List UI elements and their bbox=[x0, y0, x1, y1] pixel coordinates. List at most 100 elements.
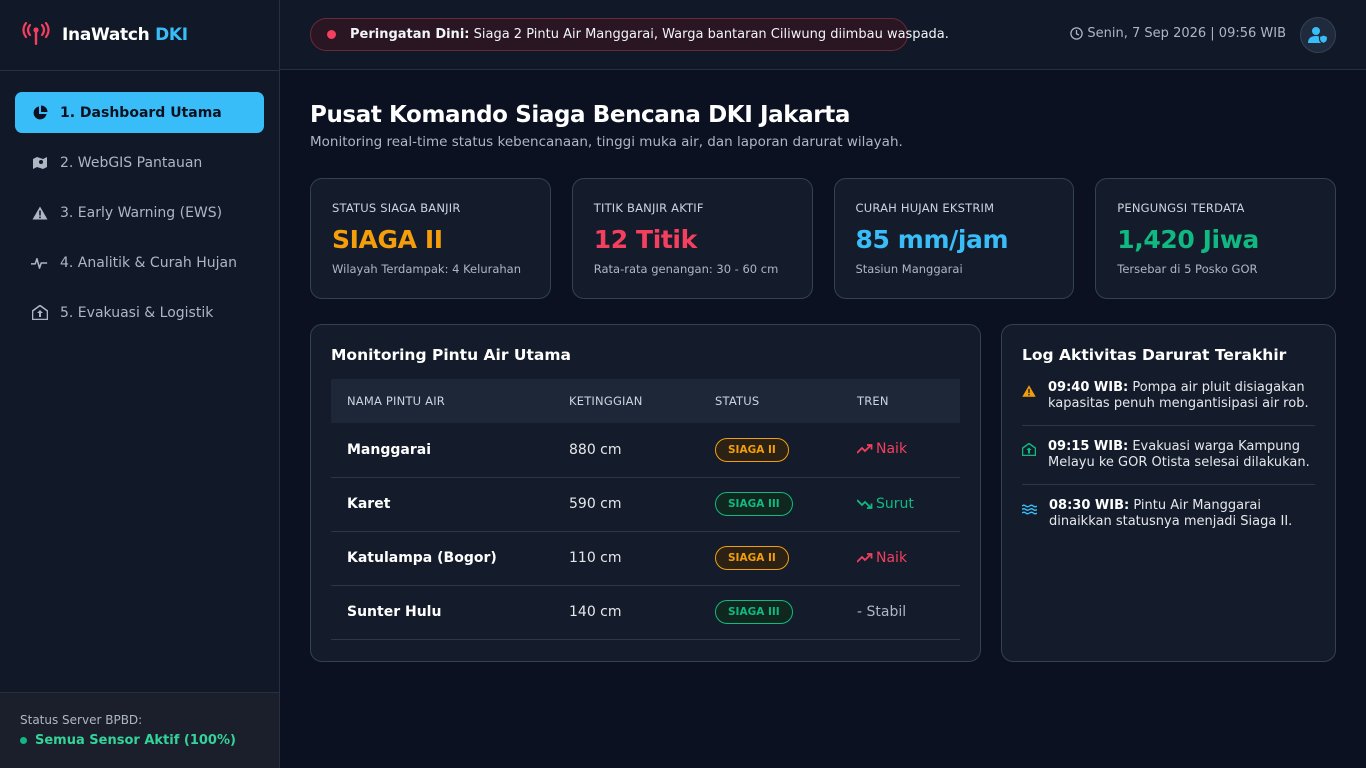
warning-icon bbox=[1022, 382, 1036, 412]
alert-message: Siaga 2 Pintu Air Manggarai, Warga banta… bbox=[473, 27, 949, 42]
gate-status-cell: SIAGA II bbox=[699, 531, 841, 585]
log-item[interactable]: 09:15 WIB: Evakuasi warga Kampung Melayu… bbox=[1021, 439, 1315, 485]
antenna-icon bbox=[22, 22, 50, 45]
clock-icon bbox=[1070, 27, 1084, 40]
log-text: 09:15 WIB: Evakuasi warga Kampung Melayu… bbox=[1048, 439, 1315, 471]
table-row[interactable]: Manggarai 880 cm SIAGA II Naik bbox=[331, 423, 960, 477]
log-text: 08:30 WIB: Pintu Air Manggarai dinaikkan… bbox=[1049, 498, 1315, 530]
server-status-panel: Status Server BPBD: Semua Sensor Aktif (… bbox=[0, 692, 279, 768]
alert-dot-icon bbox=[327, 30, 336, 39]
trend-down-icon bbox=[857, 498, 873, 509]
trend-label: Surut bbox=[876, 495, 914, 512]
sidebar: InaWatch DKI 1. Dashboard Utama 2. WebGI… bbox=[0, 0, 280, 768]
trend-label: Naik bbox=[876, 441, 908, 458]
server-status-label: Status Server BPBD: bbox=[20, 713, 143, 727]
table-row[interactable]: Sunter Hulu 140 cm SIAGA III - Stabil bbox=[331, 585, 960, 639]
stat-card-rainfall: CURAH HUJAN EKSTRIM 85 mm/jam Stasiun Ma… bbox=[833, 178, 1075, 299]
stat-desc: Stasiun Manggarai bbox=[855, 262, 963, 276]
gate-trend-cell: Surut bbox=[841, 477, 960, 531]
status-badge: SIAGA II bbox=[715, 546, 789, 570]
shelter-icon bbox=[1021, 441, 1037, 471]
nav-item-ews[interactable]: 3. Early Warning (EWS) bbox=[15, 192, 264, 233]
emergency-log-panel: Log Aktivitas Darurat Terakhir 09:40 WIB… bbox=[1001, 324, 1336, 662]
gate-status-cell: SIAGA III bbox=[699, 477, 841, 531]
log-item[interactable]: 09:40 WIB: Pompa air pluit disiagakan ka… bbox=[1022, 380, 1315, 426]
column-header: NAMA PINTU AIR bbox=[347, 394, 445, 408]
status-badge: SIAGA III bbox=[715, 600, 793, 624]
pulse-icon bbox=[31, 254, 48, 271]
stat-value: SIAGA II bbox=[332, 225, 443, 254]
nav-item-evacuation[interactable]: 5. Evakuasi & Logistik bbox=[15, 292, 264, 333]
map-icon bbox=[31, 154, 48, 171]
trend-label: - Stabil bbox=[857, 604, 907, 620]
brand-name-text: InaWatch bbox=[62, 25, 150, 45]
stat-value: 85 mm/jam bbox=[855, 225, 1009, 254]
nav-item-analytics[interactable]: 4. Analitik & Curah Hujan bbox=[15, 242, 264, 283]
server-status: Semua Sensor Aktif (100%) bbox=[20, 733, 279, 748]
trend-indicator: Naik bbox=[857, 441, 907, 457]
brand-accent-text: DKI bbox=[155, 25, 188, 45]
brand-name: InaWatch DKI bbox=[62, 25, 188, 45]
main-content: Pusat Komando Siaga Bencana DKI Jakarta … bbox=[310, 70, 1336, 662]
log-list: 09:40 WIB: Pompa air pluit disiagakan ka… bbox=[1021, 380, 1315, 543]
trend-up-icon bbox=[857, 444, 873, 454]
stat-label: STATUS SIAGA BANJIR bbox=[332, 201, 461, 215]
gate-level: 140 cm bbox=[569, 604, 622, 620]
nav-item-dashboard[interactable]: 1. Dashboard Utama bbox=[15, 92, 264, 133]
datetime: Senin, 7 Sep 2026 | 09:56 WIB bbox=[1070, 26, 1286, 41]
log-time: 09:15 WIB: bbox=[1048, 439, 1129, 454]
gate-trend-cell: Naik bbox=[841, 531, 960, 585]
gate-name: Karet bbox=[347, 496, 391, 512]
stat-desc: Wilayah Terdampak: 4 Kelurahan bbox=[332, 262, 522, 276]
gate-level: 590 cm bbox=[569, 496, 622, 512]
stat-card-flood-status: STATUS SIAGA BANJIR SIAGA II Wilayah Ter… bbox=[310, 178, 551, 299]
gate-trend-cell: Naik bbox=[841, 423, 960, 477]
panel-title: Monitoring Pintu Air Utama bbox=[331, 346, 571, 364]
page-subtitle: Monitoring real-time status kebencanaan,… bbox=[310, 134, 903, 150]
gate-name: Sunter Hulu bbox=[347, 604, 442, 620]
early-warning-banner[interactable]: Peringatan Dini: Siaga 2 Pintu Air Mangg… bbox=[310, 18, 949, 51]
pie-chart-icon bbox=[31, 104, 48, 121]
table-row[interactable]: Karet 590 cm SIAGA III Surut bbox=[331, 477, 960, 531]
trend-label: Naik bbox=[876, 549, 908, 566]
gate-name: Manggarai bbox=[347, 441, 431, 458]
trend-up-icon bbox=[857, 552, 873, 563]
nav-item-label: 2. WebGIS Pantauan bbox=[60, 154, 203, 171]
water-gate-panel: Monitoring Pintu Air Utama NAMA PINTU AI… bbox=[310, 324, 981, 662]
nav-item-webgis[interactable]: 2. WebGIS Pantauan bbox=[15, 142, 264, 183]
trend-indicator: - Stabil bbox=[857, 604, 906, 620]
stat-card-active-flood-points: TITIK BANJIR AKTIF 12 Titik Rata-rata ge… bbox=[571, 178, 813, 299]
table-row[interactable]: Katulampa (Bogor) 110 cm SIAGA II Naik bbox=[331, 531, 960, 585]
warning-icon bbox=[31, 204, 48, 221]
user-shield-icon[interactable] bbox=[1300, 17, 1336, 53]
main-nav: 1. Dashboard Utama 2. WebGIS Pantauan 3.… bbox=[0, 71, 279, 333]
nav-item-label: 4. Analitik & Curah Hujan bbox=[60, 254, 237, 271]
stat-label: TITIK BANJIR AKTIF bbox=[593, 201, 704, 215]
gate-status-cell: SIAGA III bbox=[699, 585, 841, 639]
server-status-text: Semua Sensor Aktif (100%) bbox=[35, 733, 236, 748]
stat-desc: Tersebar di 5 Posko GOR bbox=[1117, 262, 1258, 276]
gate-trend-cell: - Stabil bbox=[841, 585, 960, 639]
nav-item-label: 1. Dashboard Utama bbox=[60, 104, 222, 121]
nav-item-label: 3. Early Warning (EWS) bbox=[60, 204, 223, 221]
stat-label: CURAH HUJAN EKSTRIM bbox=[855, 201, 995, 215]
stat-cards: STATUS SIAGA BANJIR SIAGA II Wilayah Ter… bbox=[310, 178, 1336, 299]
gate-level: 110 cm bbox=[569, 550, 622, 566]
shelter-icon bbox=[31, 304, 48, 321]
stat-desc: Rata-rata genangan: 30 - 60 cm bbox=[593, 262, 779, 276]
log-item[interactable]: 08:30 WIB: Pintu Air Manggarai dinaikkan… bbox=[1021, 498, 1315, 543]
alert-label: Peringatan Dini: bbox=[350, 27, 470, 42]
log-time: 08:30 WIB: bbox=[1049, 498, 1130, 513]
table-header-row: NAMA PINTU AIR KETINGGIAN STATUS TREN bbox=[331, 379, 960, 423]
stat-value: 1,420 Jiwa bbox=[1117, 225, 1259, 254]
column-header: TREN bbox=[857, 394, 889, 408]
topbar: Peringatan Dini: Siaga 2 Pintu Air Mangg… bbox=[280, 0, 1366, 70]
stat-value: 12 Titik bbox=[593, 225, 697, 254]
water-gate-table: NAMA PINTU AIR KETINGGIAN STATUS TREN Ma… bbox=[331, 379, 960, 640]
datetime-text: Senin, 7 Sep 2026 | 09:56 WIB bbox=[1087, 26, 1286, 41]
brand[interactable]: InaWatch DKI bbox=[0, 0, 279, 71]
trend-indicator: Naik bbox=[857, 550, 907, 566]
status-badge: SIAGA II bbox=[715, 437, 789, 462]
log-text: 09:40 WIB: Pompa air pluit disiagakan ka… bbox=[1048, 380, 1315, 412]
trend-indicator: Surut bbox=[857, 496, 914, 512]
